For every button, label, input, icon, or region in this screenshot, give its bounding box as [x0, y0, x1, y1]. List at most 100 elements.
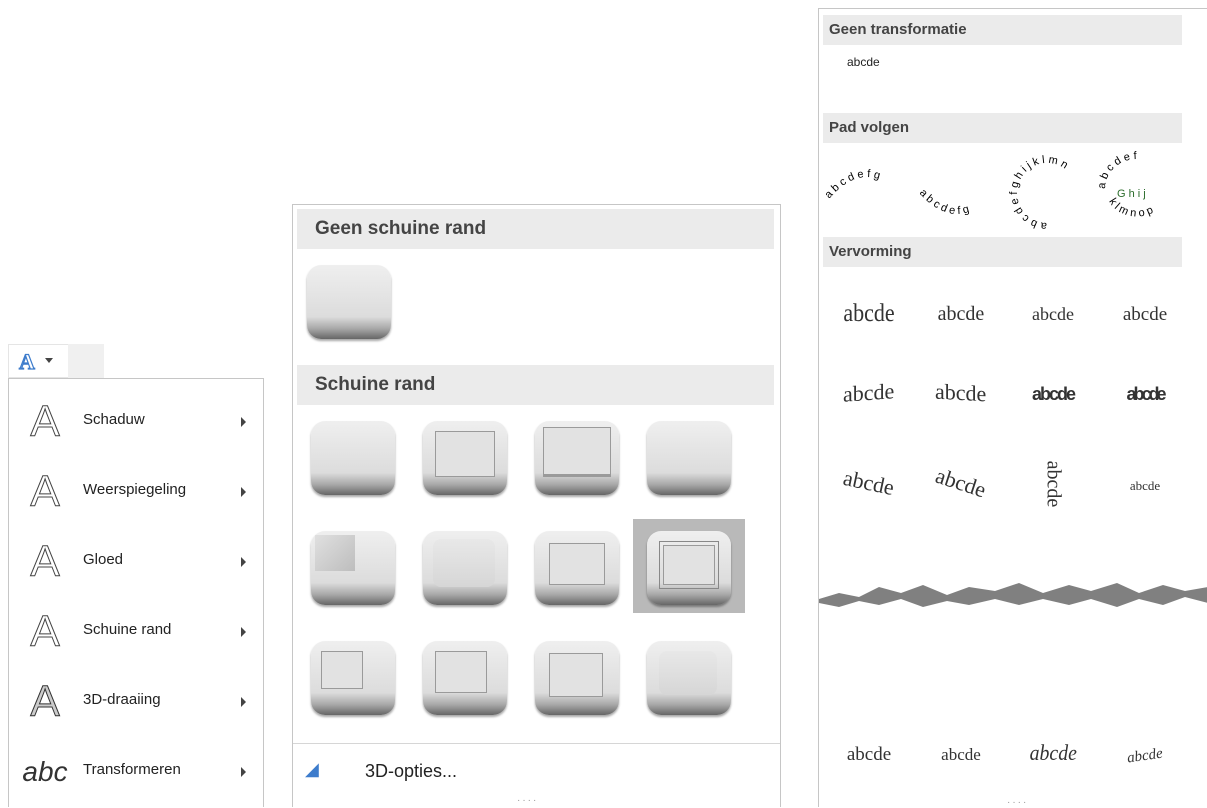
- warp-sample-text: abcde: [1126, 384, 1166, 404]
- menu-item-bevel[interactable]: A Schuine rand: [9, 597, 263, 667]
- transform-option-none[interactable]: abcde: [847, 55, 880, 69]
- paint-bucket-icon: ◢: [305, 759, 319, 779]
- bevel-icon: A: [30, 607, 60, 657]
- resize-grip[interactable]: ····: [1007, 797, 1028, 808]
- warp-option[interactable]: abcde: [1007, 723, 1099, 783]
- section-header-follow-path: Pad volgen: [823, 113, 1182, 143]
- menu-item-glow[interactable]: A Gloed: [9, 527, 263, 597]
- svg-text:a b c d e f g h i j k l m n: a b c d e f g h i j k l m n: [1008, 154, 1070, 231]
- chevron-right-icon: [241, 697, 246, 707]
- bevel-option[interactable]: [297, 519, 409, 613]
- warp-option[interactable]: abcde: [915, 283, 1007, 343]
- bevel-preview: [647, 531, 731, 605]
- path-button[interactable]: a b c d e f G h i j k l m n o p: [1091, 149, 1183, 231]
- bevel-inner-face: [315, 535, 355, 571]
- menu-item-reflection[interactable]: A Weerspiegeling: [9, 457, 263, 527]
- bevel-inner-face: [321, 651, 363, 689]
- warp-option[interactable]: abcde: [915, 453, 1007, 513]
- shadow-icon: A: [30, 397, 60, 447]
- bevel-option[interactable]: [521, 629, 633, 723]
- menu-item-3d-rotation[interactable]: A 3D-draaiing: [9, 667, 263, 737]
- bevel-preview: [535, 531, 619, 605]
- bevel-inner-face: [435, 431, 495, 477]
- warp-sample-text: abcde: [937, 303, 985, 325]
- warp-sample-text: abcde: [841, 464, 897, 501]
- bevel-inner-face: [435, 651, 487, 693]
- bevel-option[interactable]: [633, 629, 745, 723]
- menu-item-label: Gloed: [83, 551, 124, 568]
- 3d-options-button[interactable]: ◢ 3D-opties...: [293, 751, 780, 791]
- text-effects-menu: A Schaduw A Weerspiegeling A Gloed A Sch…: [8, 378, 264, 807]
- bevel-option[interactable]: [409, 629, 521, 723]
- bevel-option[interactable]: [297, 629, 409, 723]
- warp-option[interactable]: abcde: [915, 363, 1007, 423]
- warp-option[interactable]: abcde: [823, 363, 915, 423]
- bevel-preview: [647, 421, 731, 495]
- bevel-inner-face: [549, 543, 605, 585]
- warp-sample-text: abcde: [843, 298, 895, 327]
- bevel-inner-face: [659, 651, 717, 695]
- svg-text:a b c d e f: a b c d e f: [1096, 150, 1138, 189]
- menu-item-label: 3D-draaiing: [83, 691, 161, 708]
- bevel-gallery: Geen schuine rand Schuine rand ◢ 3D-opti…: [292, 204, 781, 807]
- menu-item-shadow[interactable]: A Schaduw: [9, 387, 263, 457]
- transform-icon: abc: [22, 756, 68, 787]
- warp-sample-text: abcde: [1031, 384, 1076, 404]
- bevel-option[interactable]: [633, 409, 745, 503]
- bevel-option[interactable]: [521, 409, 633, 503]
- path-circle[interactable]: a b c d e f g h i j k l m n: [1001, 149, 1093, 231]
- warp-option[interactable]: abcde: [1099, 283, 1191, 343]
- bevel-preview: [307, 265, 391, 339]
- section-header-no-transform: Geen transformatie: [823, 15, 1182, 45]
- warp-option[interactable]: abcde: [1099, 363, 1191, 423]
- svg-text:a b c d e f g: a b c d e f g: [917, 187, 971, 217]
- warp-sample-text: abcde: [843, 378, 895, 407]
- bevel-option[interactable]: [297, 409, 409, 503]
- path-arch-down[interactable]: a b c d e f g: [911, 149, 1003, 231]
- bevel-option[interactable]: [521, 519, 633, 613]
- warp-option[interactable]: abcde: [823, 723, 915, 783]
- warp-option[interactable]: abcde: [1099, 453, 1191, 513]
- bevel-preview: [311, 531, 395, 605]
- warp-sample-text: abcde: [1129, 478, 1161, 493]
- menu-item-label: Weerspiegeling: [83, 481, 187, 498]
- text-effects-button[interactable]: A: [8, 344, 104, 378]
- warp-sample-text: abcde: [941, 745, 981, 764]
- bevel-option-none[interactable]: [293, 253, 405, 347]
- bevel-inner-face: [659, 541, 719, 589]
- text-effects-main[interactable]: A: [8, 344, 68, 378]
- toolbar-blank: [68, 344, 104, 378]
- divider: [293, 743, 780, 744]
- menu-item-label: Transformeren: [83, 761, 181, 778]
- warp-option[interactable]: abcde: [1007, 283, 1099, 343]
- menu-item-transform[interactable]: abc Transformeren: [9, 737, 263, 807]
- warp-option[interactable]: abcde: [823, 453, 915, 513]
- glow-icon: A: [30, 537, 60, 587]
- bevel-inner-face: [543, 427, 611, 477]
- path-arch-up[interactable]: a b c d e f g: [821, 149, 913, 231]
- bevel-preview: [423, 531, 507, 605]
- warp-sample-text: abcde: [1029, 740, 1077, 765]
- warp-option[interactable]: abcde: [915, 723, 1007, 783]
- warp-option[interactable]: abcde: [1007, 363, 1099, 423]
- warp-option[interactable]: abcde: [1099, 723, 1191, 783]
- chevron-down-icon: [45, 358, 53, 363]
- warp-option[interactable]: abcde: [1007, 453, 1099, 513]
- bevel-preview: [647, 641, 731, 715]
- warp-sample-text: abcde: [1032, 304, 1074, 324]
- bevel-option[interactable]: [633, 519, 745, 613]
- bevel-preview: [423, 641, 507, 715]
- resize-grip[interactable]: ····: [517, 795, 557, 806]
- text-effects-icon: A: [18, 348, 35, 374]
- bevel-preview: [535, 421, 619, 495]
- bevel-preview: [311, 641, 395, 715]
- bevel-option[interactable]: [409, 519, 521, 613]
- transform-gallery: Geen transformatie abcde Pad volgen a b …: [818, 8, 1207, 808]
- bevel-preview: [423, 421, 507, 495]
- bevel-inner-face: [549, 653, 603, 697]
- warp-sample-text: abcde: [932, 462, 990, 503]
- warp-option[interactable]: abcde: [823, 283, 915, 343]
- 3d-rotation-icon: A: [30, 677, 60, 727]
- bevel-option[interactable]: [409, 409, 521, 503]
- chevron-right-icon: [241, 767, 246, 777]
